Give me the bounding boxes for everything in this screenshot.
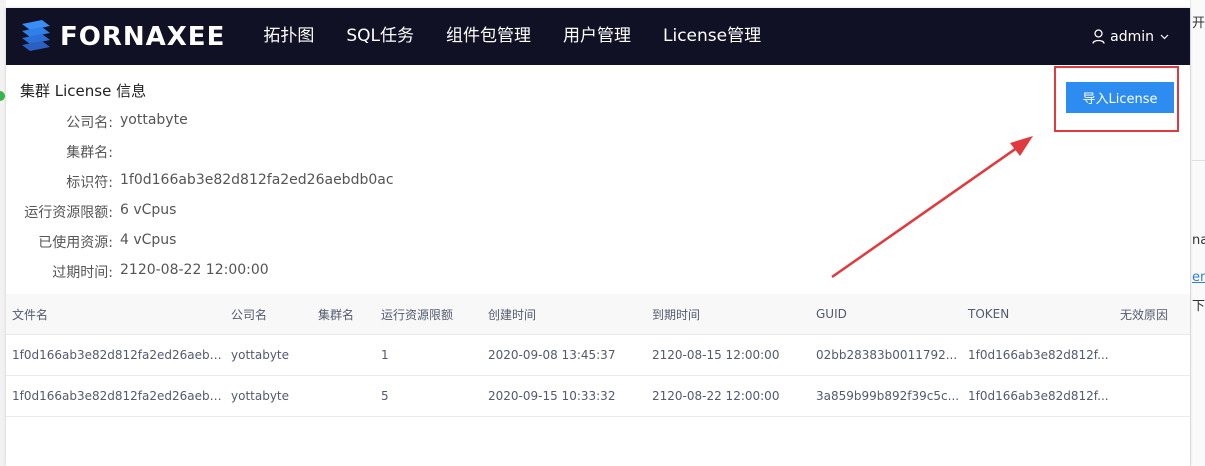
column-header-guid: GUID [816,307,847,321]
cell-resource-limit: 5 [381,389,389,403]
info-value: 1f0d166ab3e82d812fa2ed26aebdb0ac [120,172,394,188]
cell-created: 2020-09-15 10:33:32 [488,389,616,403]
username: admin [1110,28,1154,45]
cell-expires: 2120-08-15 12:00:00 [652,348,780,362]
chevron-down-icon [1160,34,1169,39]
info-row-identifier: 标识符: 1f0d166ab3e82d812fa2ed26aebdb0ac [6,172,394,192]
nav-package-management[interactable]: 组件包管理 [430,8,547,65]
cell-filename: 1f0d166ab3e82d812fa2ed26aebdb0ac [12,389,225,403]
brand-logo[interactable]: FORNAXEE [20,19,226,54]
cell-company: yottabyte [231,348,290,362]
user-menu[interactable]: admin [1092,8,1174,65]
license-panel: FORNAXEE 拓扑图 SQL任务 组件包管理 用户管理 License管理 … [6,8,1190,466]
nav-user-management[interactable]: 用户管理 [547,8,647,65]
fornaxee-logo-icon [22,19,50,51]
cell-filename: 1f0d166ab3e82d812fa2ed26aebdb0ac [12,348,225,362]
table-header: 文件名 公司名 集群名 运行资源限额 创建时间 到期时间 GUID TOKEN … [6,294,1190,335]
cell-company: yottabyte [231,389,290,403]
column-header-expires: 到期时间 [652,307,701,322]
background-text: 下 [1192,299,1205,314]
cell-guid: 3a859b99b892f39c5c... [816,389,960,403]
cell-guid: 02bb28383b0011792... [816,348,958,362]
info-row-resource-limit: 运行资源限额: 6 vCpus [6,202,176,222]
nav-topology[interactable]: 拓扑图 [247,8,330,65]
info-row-expiry: 过期时间: 2120-08-22 12:00:00 [6,262,269,282]
table-row: 1f0d166ab3e82d812fa2ed26aebdb0ac yottaby… [6,335,1190,376]
column-header-created: 创建时间 [488,307,537,322]
table-row: 1f0d166ab3e82d812fa2ed26aebdb0ac yottaby… [6,376,1190,417]
background-text: na [1192,233,1205,248]
info-label: 标识符: [66,175,113,191]
cell-resource-limit: 1 [381,348,389,362]
column-header-cluster: 集群名 [318,307,355,322]
info-value: yottabyte [120,112,188,128]
info-label: 集群名: [66,145,113,161]
background-link[interactable]: en [1192,270,1205,285]
main-nav: 拓扑图 SQL任务 组件包管理 用户管理 License管理 [247,8,777,65]
info-row-cluster: 集群名: [6,142,120,162]
info-label: 已使用资源: [38,235,113,251]
user-icon [1092,29,1105,44]
background-text: 开软 [1192,16,1205,31]
nav-license-management[interactable]: License管理 [647,8,777,65]
info-label: 公司名: [66,115,113,131]
info-label: 过期时间: [52,265,113,281]
brand-name: FORNAXEE [60,21,226,52]
info-value: 2120-08-22 12:00:00 [120,262,269,278]
column-header-filename: 文件名 [12,307,49,322]
cell-created: 2020-09-08 13:45:37 [488,348,616,362]
info-label: 运行资源限额: [24,205,113,221]
column-header-resource-limit: 运行资源限额 [381,307,454,322]
import-license-button[interactable]: 导入License [1066,82,1174,113]
info-value: 4 vCpus [120,232,177,248]
column-header-company: 公司名 [231,307,268,322]
nav-sql-tasks[interactable]: SQL任务 [330,8,430,65]
column-header-invalid-reason: 无效原因 [1120,307,1169,322]
license-table: 文件名 公司名 集群名 运行资源限额 创建时间 到期时间 GUID TOKEN … [6,294,1190,417]
background-divider [1192,160,1205,161]
cell-token: 1f0d166ab3e82d812f... [968,348,1109,362]
top-navbar: FORNAXEE 拓扑图 SQL任务 组件包管理 用户管理 License管理 … [6,8,1190,65]
info-value: 6 vCpus [120,202,177,218]
cell-expires: 2120-08-22 12:00:00 [652,389,780,403]
column-header-token: TOKEN [968,307,1010,321]
info-row-company: 公司名: yottabyte [6,112,188,132]
info-row-used-resource: 已使用资源: 4 vCpus [6,232,176,252]
cell-token: 1f0d166ab3e82d812f... [968,389,1109,403]
section-title: 集群 License 信息 [20,82,147,100]
